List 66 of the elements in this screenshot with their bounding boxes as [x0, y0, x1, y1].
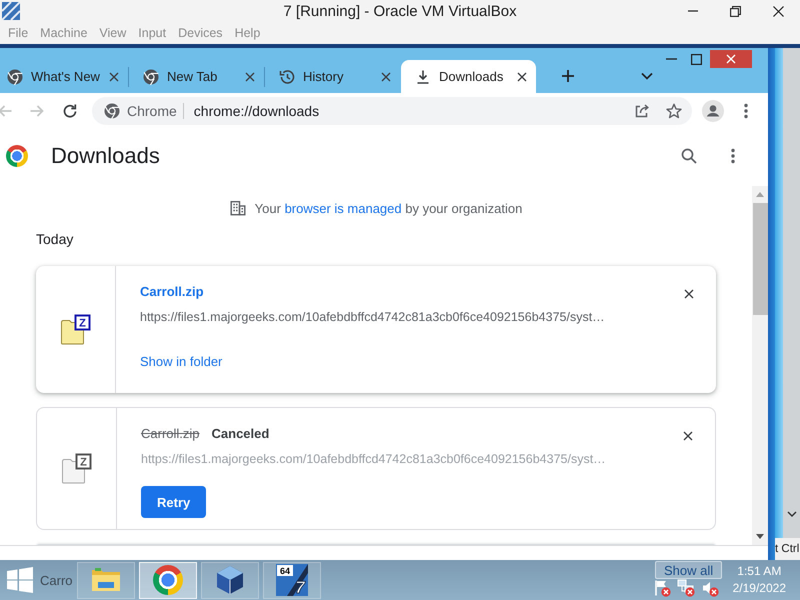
windows-logo-icon[interactable]	[7, 567, 33, 593]
folder-icon	[90, 567, 121, 593]
retry-button[interactable]: Retry	[141, 486, 206, 518]
source-url-link[interactable]: https://files1.majorgeeks.com/10afebdbffcd4742c81a3cb0f6ce4092156b4375/syst…	[140, 308, 605, 326]
file-name: Carroll.zip	[141, 426, 200, 440]
page-title: Downloads	[51, 143, 160, 169]
host-key-label: t Ctrl	[775, 538, 800, 560]
scrollbar[interactable]	[752, 186, 768, 545]
chrome-logo-icon	[143, 68, 159, 84]
browser-tab[interactable]: History	[265, 60, 400, 93]
maximize-icon[interactable]	[690, 54, 702, 64]
minimize-icon[interactable]	[666, 58, 676, 60]
url-text: chrome://downloads	[194, 102, 320, 118]
chrome-logo-icon	[152, 565, 183, 595]
address-bar[interactable]: Chrome chrome://downloads	[92, 96, 692, 124]
cube-icon	[216, 565, 244, 595]
seven-logo-icon: 64 7	[276, 564, 308, 596]
chevron-down-icon[interactable]	[641, 72, 653, 80]
clock-time: 1:51 AM	[737, 563, 782, 580]
more-icon[interactable]	[731, 148, 735, 164]
source-url-link[interactable]: https://files1.majorgeeks.com/10afebdbffcd4742c81a3cb0f6ce4092156b4375/syst…	[141, 450, 606, 468]
download-status: Canceled	[212, 426, 270, 440]
browser-tab[interactable]: What's New	[0, 60, 128, 93]
window-title: 7 [Running] - Oracle VM VirtualBox	[283, 2, 517, 20]
browser-tab[interactable]: Downloads	[401, 60, 536, 93]
taskbar-button[interactable]: 64 7	[262, 562, 321, 598]
managed-notice: Your browser is managed by your organization	[254, 200, 522, 216]
show-folder-link[interactable]: Show in folder	[140, 353, 222, 371]
show-all-button[interactable]: Show all	[655, 561, 722, 579]
taskbar-button[interactable]	[138, 562, 197, 598]
chrome-logo-icon	[7, 68, 23, 84]
close-icon[interactable]	[773, 6, 784, 16]
scrollbar-thumb[interactable]	[752, 203, 768, 315]
chrome-logo-icon	[104, 102, 120, 118]
managed-link[interactable]: browser is managed	[284, 200, 402, 216]
more-icon[interactable]	[744, 102, 748, 118]
download-item-label: Carro	[40, 572, 73, 588]
network-icon[interactable]	[676, 579, 695, 597]
down-arrow-icon[interactable]	[756, 534, 764, 539]
star-icon[interactable]	[666, 102, 682, 118]
minimize-icon[interactable]	[688, 10, 698, 12]
building-icon	[230, 200, 246, 216]
search-icon[interactable]	[681, 148, 697, 164]
speaker-icon[interactable]	[700, 579, 719, 597]
close-icon[interactable]	[517, 72, 527, 82]
taskbar-button[interactable]	[200, 562, 259, 598]
close-icon[interactable]	[684, 289, 694, 299]
browser-tab[interactable]: New Tab	[129, 60, 264, 93]
download-icon	[415, 68, 431, 84]
section-heading: Today	[36, 230, 74, 248]
site-chip-label: Chrome	[127, 102, 177, 118]
restore-icon[interactable]	[730, 6, 741, 16]
close-icon	[726, 54, 736, 64]
clock-date: 2/19/2022	[732, 580, 786, 597]
close-icon[interactable]	[683, 431, 693, 441]
file-name-link[interactable]: Carroll.zip	[140, 284, 204, 298]
reload-icon[interactable]	[62, 102, 78, 118]
chrome-logo-icon	[6, 145, 28, 167]
flag-icon[interactable]	[652, 579, 671, 597]
app-logo-icon	[2, 2, 20, 20]
share-icon[interactable]	[634, 102, 650, 118]
plus-icon[interactable]	[561, 69, 575, 83]
chevron-down-icon[interactable]	[786, 511, 796, 517]
close-button[interactable]	[710, 50, 752, 68]
clock-icon	[279, 68, 295, 84]
avatar-icon[interactable]	[702, 100, 724, 122]
